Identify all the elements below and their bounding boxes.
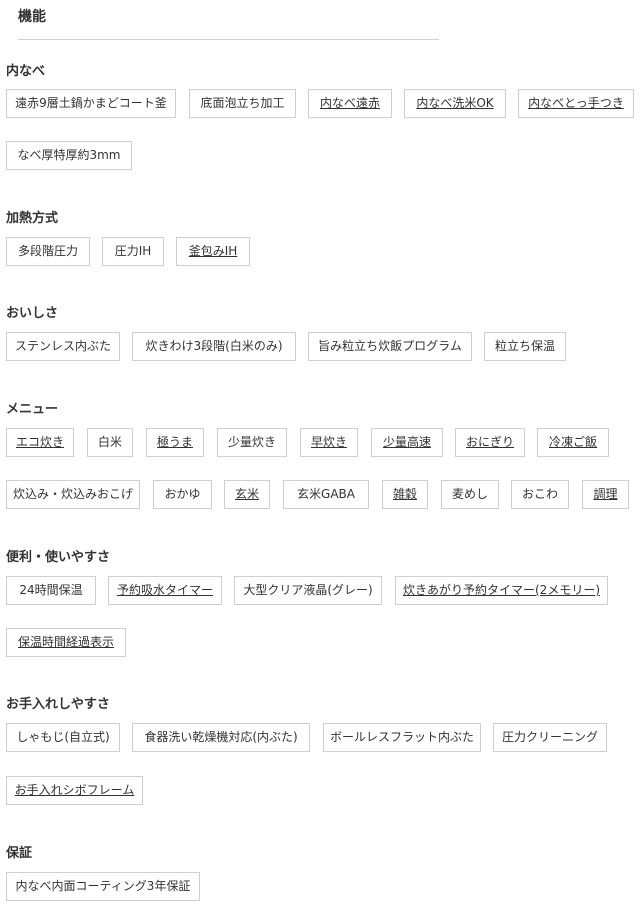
- tag-pressure-cleaning: 圧力クリーニング: [493, 723, 607, 752]
- tag-brown-rice-gaba: 玄米GABA: [283, 480, 369, 509]
- section-title-uchinabe: 内なべ: [6, 64, 46, 79]
- tag-small-quantity: 少量炊き: [217, 428, 287, 457]
- tag-white-rice: 白米: [87, 428, 133, 457]
- page-title: 機能: [18, 9, 46, 25]
- tag-onigiri[interactable]: おにぎり: [455, 428, 525, 457]
- tag-far-infrared-9layer-pot: 遠赤9層土鍋かまどコート釜: [6, 89, 176, 118]
- tag-keep-warm-elapsed[interactable]: 保温時間経過表示: [6, 628, 126, 657]
- tag-mixed-grains[interactable]: 雑穀: [382, 480, 428, 509]
- tag-pot-thickness: なべ厚特厚約3mm: [6, 141, 132, 170]
- section-title-taste: おいしさ: [6, 306, 59, 321]
- tag-inner-pot-far-infrared[interactable]: 内なべ遠赤: [308, 89, 392, 118]
- tag-24h-keep-warm: 24時間保温: [6, 576, 96, 605]
- tag-multi-stage-pressure: 多段階圧力: [6, 237, 90, 266]
- tag-cooking-3-levels: 炊きわけ3段階(白米のみ): [132, 332, 296, 361]
- tag-barley-rice: 麦めし: [441, 480, 499, 509]
- tag-shamoji-standing: しゃもじ(自立式): [6, 723, 120, 752]
- tag-dishwasher-safe: 食器洗い乾燥機対応(内ぶた): [132, 723, 310, 752]
- tag-gokuuma[interactable]: 極うま: [146, 428, 204, 457]
- tag-pressure-ih: 圧力IH: [102, 237, 164, 266]
- tag-grain-keep-warm: 粒立ち保温: [484, 332, 566, 361]
- tag-okowa: おこわ: [511, 480, 569, 509]
- tag-stainless-inner-lid: ステンレス内ぶた: [6, 332, 120, 361]
- tag-quick-cooking[interactable]: 早炊き: [300, 428, 358, 457]
- tag-coating-3year-warranty: 内なべ内面コーティング3年保証: [6, 872, 200, 901]
- tag-large-clear-lcd: 大型クリア液晶(グレー): [234, 576, 382, 605]
- tag-reservation-soak-timer[interactable]: 予約吸水タイマー: [108, 576, 222, 605]
- tag-ballless-flat-lid: ボールレスフラット内ぶた: [323, 723, 481, 752]
- tag-shibo-frame[interactable]: お手入れシボフレーム: [6, 776, 143, 805]
- tag-bottom-foam-processing: 底面泡立ち加工: [189, 89, 296, 118]
- tag-kama-tsutsumi-ih[interactable]: 釜包みIH: [176, 237, 250, 266]
- tag-eco-cooking[interactable]: エコ炊き: [6, 428, 74, 457]
- tag-frozen-rice[interactable]: 冷凍ご飯: [537, 428, 609, 457]
- tag-brown-rice[interactable]: 玄米: [224, 480, 270, 509]
- tag-inner-pot-handle[interactable]: 内なべとっ手つき: [518, 89, 634, 118]
- tag-umami-cooking-program: 旨み粒立ち炊飯プログラム: [308, 332, 472, 361]
- tag-small-quantity-fast[interactable]: 少量高速: [371, 428, 443, 457]
- tag-reservation-timer[interactable]: 炊きあがり予約タイマー(2メモリー): [395, 576, 608, 605]
- section-title-menu: メニュー: [6, 402, 59, 417]
- tag-cooking[interactable]: 調理: [582, 480, 629, 509]
- title-divider: [18, 39, 439, 40]
- section-title-heating: 加熱方式: [6, 211, 59, 226]
- section-title-warranty: 保証: [6, 846, 33, 861]
- tag-inner-pot-rice-wash-ok[interactable]: 内なべ洗米OK: [404, 89, 506, 118]
- section-title-convenience: 便利・使いやすさ: [6, 550, 111, 565]
- tag-takikomi: 炊込み・炊込みおこげ: [6, 480, 140, 509]
- tag-okayu: おかゆ: [153, 480, 212, 509]
- section-title-maintenance: お手入れしやすさ: [6, 697, 110, 712]
